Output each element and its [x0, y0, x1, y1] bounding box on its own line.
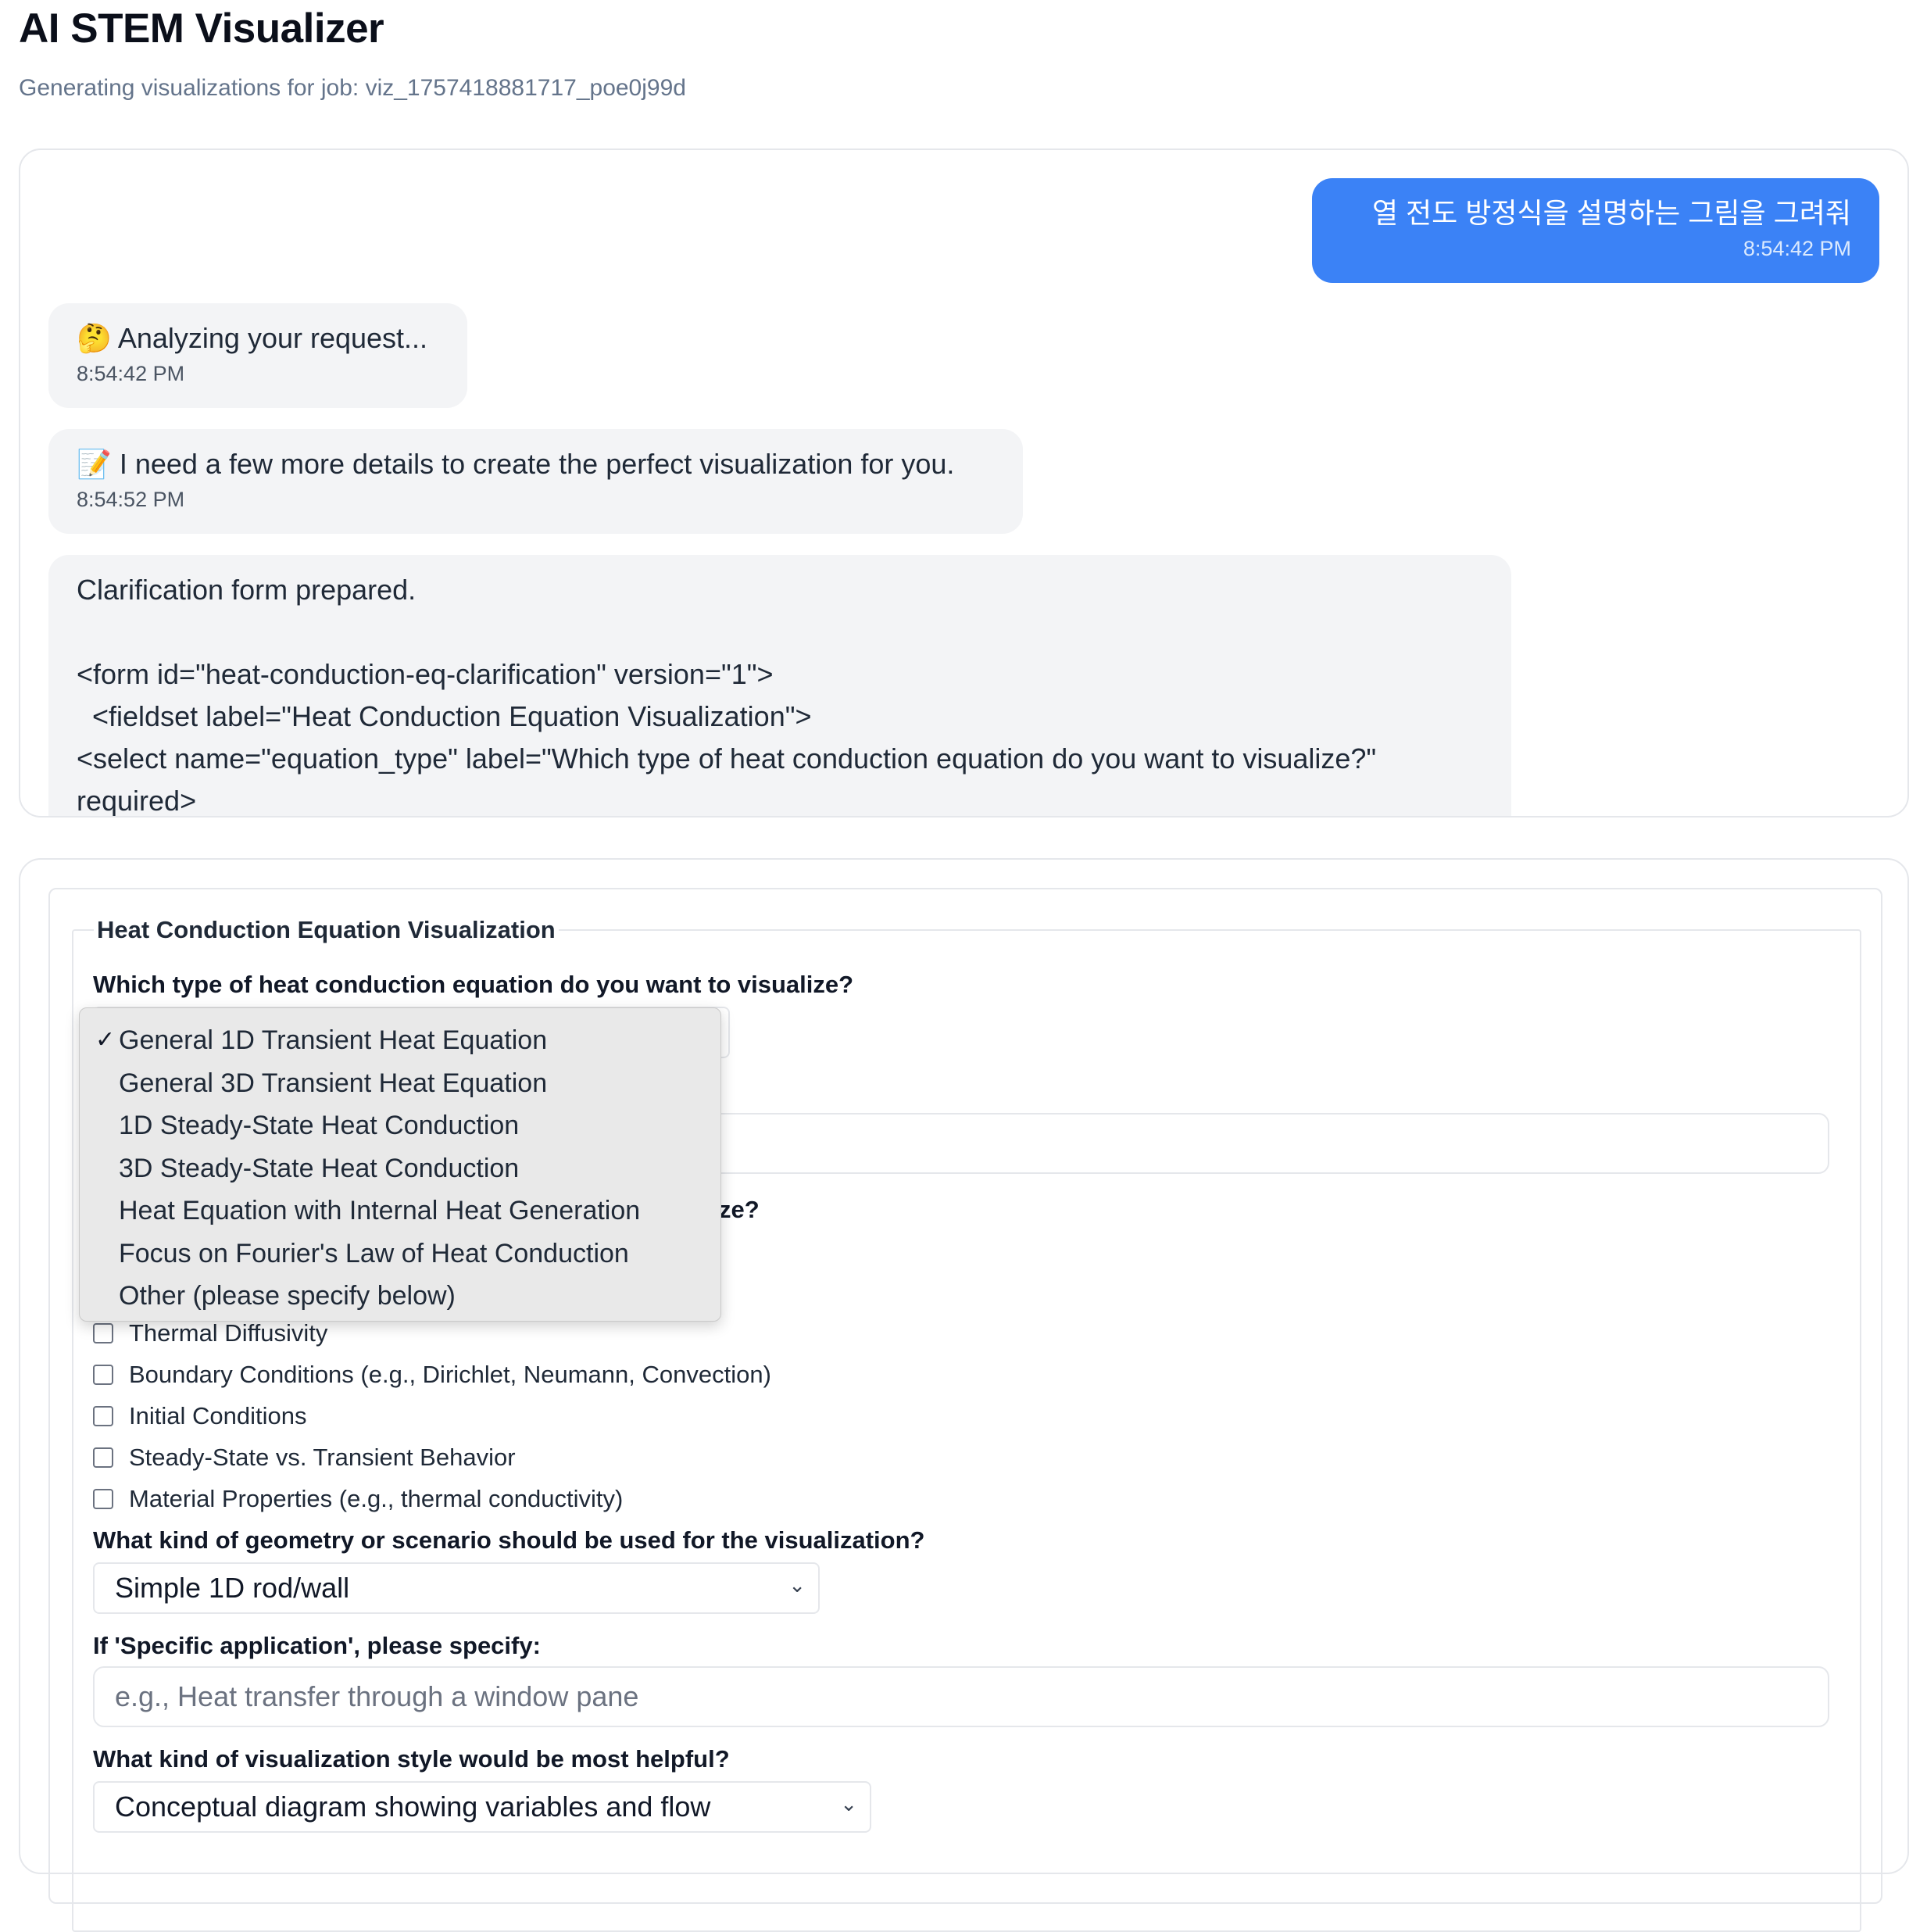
checkbox-thermal-diffusivity[interactable]: Thermal Diffusivity: [93, 1319, 327, 1347]
chat-panel[interactable]: 열 전도 방정식을 설명하는 그림을 그려줘 8:54:42 PM 🤔 Anal…: [19, 148, 1909, 818]
checkbox-boundary-conditions[interactable]: Boundary Conditions (e.g., Dirichlet, Ne…: [93, 1361, 771, 1389]
checkbox-box[interactable]: [93, 1447, 113, 1468]
checkbox-box[interactable]: [93, 1406, 113, 1426]
bot-message-time: 8:54:42 PM: [77, 362, 185, 385]
memo-emoji-icon: 📝: [77, 448, 112, 480]
checkbox-label: Initial Conditions: [129, 1402, 307, 1429]
dropdown-option[interactable]: 3D Steady-State Heat Conduction: [80, 1150, 720, 1193]
checkbox-label: Boundary Conditions (e.g., Dirichlet, Ne…: [129, 1361, 771, 1388]
bot-form-message-bubble: Clarification form prepared. <form id="h…: [48, 555, 1511, 817]
bot-message-time: 8:54:52 PM: [77, 488, 185, 511]
user-message-bubble: 열 전도 방정식을 설명하는 그림을 그려줘 8:54:42 PM: [1312, 178, 1879, 283]
user-message-time: 8:54:42 PM: [1743, 237, 1851, 260]
chevron-down-icon: ⌄: [840, 1792, 857, 1816]
bot-message-bubble: 🤔 Analyzing your request... 8:54:42 PM: [48, 303, 467, 408]
checkbox-label: Thermal Diffusivity: [129, 1319, 328, 1347]
checkmark-icon: ✓: [95, 1027, 116, 1053]
checkbox-box[interactable]: [93, 1323, 113, 1343]
dropdown-option[interactable]: Other (please specify below): [80, 1278, 720, 1321]
equation-type-label: Which type of heat conduction equation d…: [93, 971, 854, 998]
geometry-label: What kind of geometry or scenario should…: [93, 1526, 925, 1554]
checkbox-box[interactable]: [93, 1489, 113, 1509]
checkbox-label: Steady-State vs. Transient Behavior: [129, 1444, 516, 1471]
checkbox-material-properties[interactable]: Material Properties (e.g., thermal condu…: [93, 1485, 623, 1513]
geometry-select-value: Simple 1D rod/wall: [115, 1572, 350, 1604]
dropdown-option-label: 1D Steady-State Heat Conduction: [119, 1111, 520, 1140]
dropdown-option[interactable]: ✓ General 1D Transient Heat Equation: [80, 1022, 720, 1065]
user-message-text: 열 전도 방정식을 설명하는 그림을 그려줘: [1371, 197, 1851, 229]
checkbox-initial-conditions[interactable]: Initial Conditions: [93, 1402, 306, 1430]
dropdown-option-label: General 3D Transient Heat Equation: [119, 1068, 548, 1098]
geometry-select[interactable]: Simple 1D rod/wall ⌄: [93, 1562, 820, 1614]
visualization-style-value: Conceptual diagram showing variables and…: [115, 1791, 711, 1823]
bot-message-text: I need a few more details to create the …: [119, 448, 955, 480]
dropdown-option-label: Focus on Fourier's Law of Heat Conductio…: [119, 1238, 629, 1268]
dropdown-option-label: Heat Equation with Internal Heat Generat…: [119, 1196, 641, 1225]
visualization-style-select[interactable]: Conceptual diagram showing variables and…: [93, 1781, 871, 1833]
checkbox-label: Material Properties (e.g., thermal condu…: [129, 1485, 624, 1512]
specific-application-label: If 'Specific application', please specif…: [93, 1632, 541, 1659]
bot-message-text: Analyzing your request...: [117, 322, 428, 354]
form-message-line: <fieldset label="Heat Conduction Equatio…: [77, 700, 812, 732]
dropdown-option[interactable]: Heat Equation with Internal Heat Generat…: [80, 1193, 720, 1236]
dropdown-option[interactable]: 1D Steady-State Heat Conduction: [80, 1107, 720, 1150]
form-message-line: Clarification form prepared.: [77, 574, 417, 606]
checkbox-steady-vs-transient[interactable]: Steady-State vs. Transient Behavior: [93, 1444, 516, 1472]
fieldset-legend: Heat Conduction Equation Visualization: [97, 916, 556, 943]
dropdown-option-label: 3D Steady-State Heat Conduction: [119, 1153, 520, 1183]
dropdown-option-label: General 1D Transient Heat Equation: [119, 1025, 548, 1055]
equation-type-dropdown-menu[interactable]: ✓ General 1D Transient Heat Equation Gen…: [79, 1007, 721, 1322]
checkbox-box[interactable]: [93, 1365, 113, 1385]
form-message-line: <select name="equation_type" label="Whic…: [77, 742, 1377, 817]
dropdown-option[interactable]: General 3D Transient Heat Equation: [80, 1065, 720, 1108]
page-subtitle: Generating visualizations for job: viz_1…: [19, 75, 686, 101]
emphasize-question-label: ze?: [719, 1196, 760, 1223]
bot-message-bubble: 📝 I need a few more details to create th…: [48, 429, 1023, 534]
form-message-line: <form id="heat-conduction-eq-clarificati…: [77, 658, 774, 690]
dropdown-option[interactable]: Focus on Fourier's Law of Heat Conductio…: [80, 1236, 720, 1279]
chevron-down-icon: ⌄: [788, 1573, 806, 1597]
dropdown-option-label: Other (please specify below): [119, 1281, 456, 1311]
specific-application-input[interactable]: [93, 1666, 1829, 1727]
page-title: AI STEM Visualizer: [19, 5, 384, 52]
visualization-style-label: What kind of visualization style would b…: [93, 1745, 730, 1773]
thinking-emoji-icon: 🤔: [77, 322, 112, 354]
